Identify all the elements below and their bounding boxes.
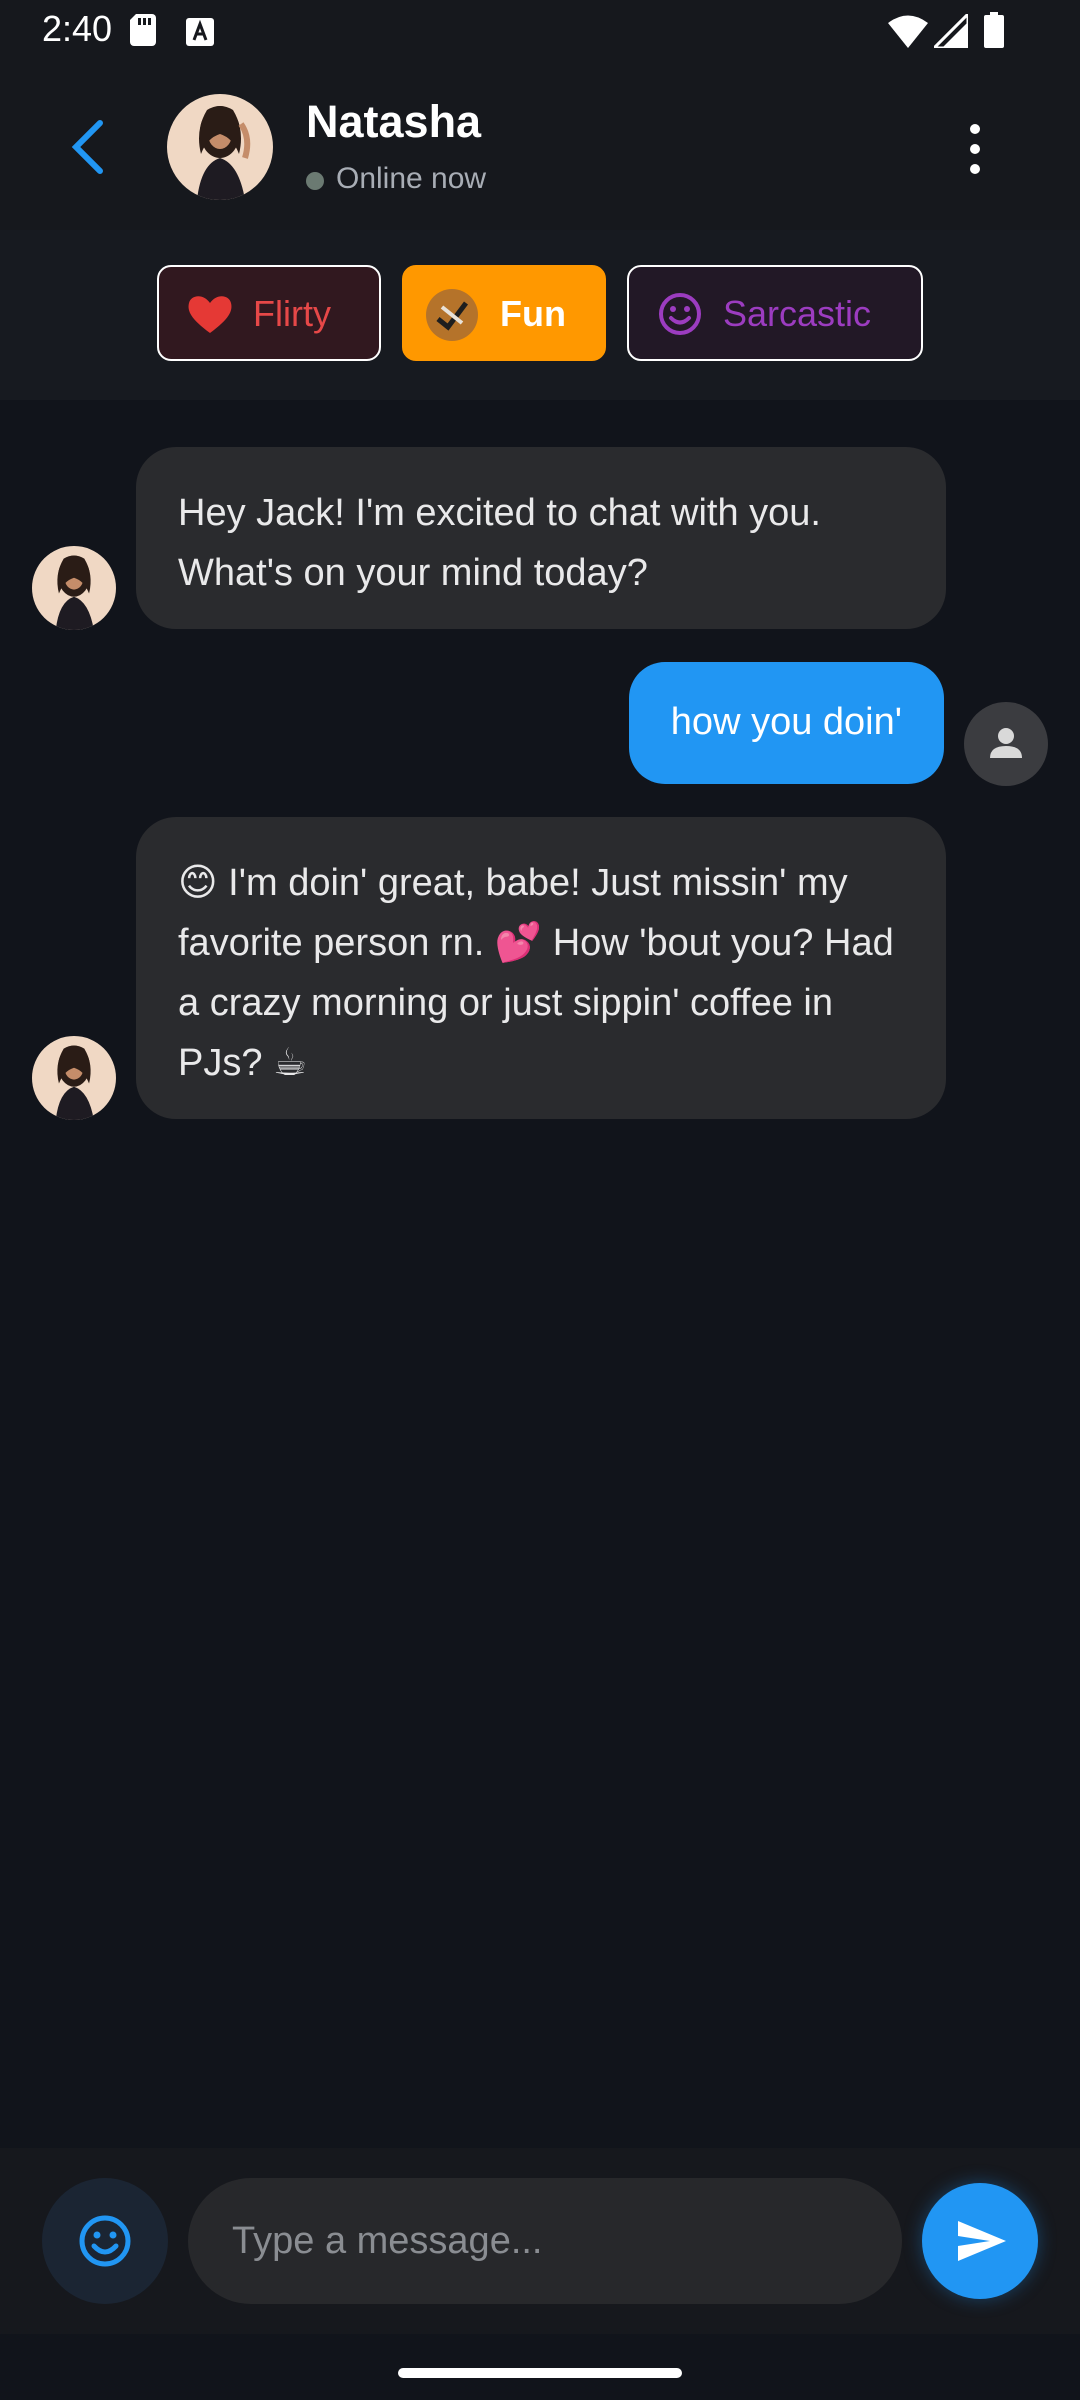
composer-bar (0, 2148, 1080, 2334)
home-indicator[interactable] (398, 2368, 682, 2378)
emoji-icon (79, 2215, 131, 2267)
more-vert-icon (970, 124, 980, 174)
emoji-button[interactable] (42, 2178, 168, 2304)
status-bar: 2:40 (0, 0, 1080, 62)
contact-name: Natasha (306, 96, 482, 147)
mood-label: Fun (500, 293, 566, 334)
chat-screen: 2:40 Natasha Online now Flirty Fun Sarca… (0, 0, 1080, 2400)
send-button[interactable] (922, 2183, 1038, 2299)
message-text: Hey Jack! I'm excited to chat with you. … (178, 492, 821, 594)
message-text: 😊 I'm doin' great, babe! Just missin' my… (178, 862, 894, 1084)
message-list: Hey Jack! I'm excited to chat with you. … (0, 400, 1080, 2148)
contact-avatar-small[interactable] (32, 546, 116, 630)
signal-icon (934, 14, 968, 48)
online-status-dot (306, 172, 324, 190)
battery-icon (984, 12, 1004, 48)
chat-header: Natasha Online now (0, 62, 1080, 230)
mood-chip-sarcastic[interactable]: Sarcastic (627, 265, 923, 361)
a-letter-icon (186, 18, 214, 46)
smiley-icon (659, 293, 701, 335)
chevron-left-icon (71, 120, 103, 174)
message-bubble-incoming[interactable]: 😊 I'm doin' great, babe! Just missin' my… (136, 817, 946, 1119)
mood-label: Sarcastic (723, 293, 872, 334)
send-icon (958, 2221, 1006, 2261)
message-bubble-incoming[interactable]: Hey Jack! I'm excited to chat with you. … (136, 447, 946, 629)
mood-chip-fun[interactable]: Fun (402, 265, 606, 361)
navigation-bar (0, 2334, 1080, 2400)
contact-avatar-small[interactable] (32, 1036, 116, 1120)
wifi-icon (888, 15, 928, 48)
fun-emoji-icon (426, 289, 478, 341)
person-icon (990, 728, 1022, 758)
mood-chip-flirty[interactable]: Flirty (157, 265, 381, 361)
message-input[interactable] (188, 2178, 902, 2304)
message-bubble-outgoing[interactable]: how you doin' (628, 662, 944, 784)
mood-label: Flirty (253, 293, 331, 334)
back-button[interactable] (62, 117, 118, 177)
online-status-text: Online now (336, 162, 487, 195)
heart-icon (188, 296, 232, 333)
more-options-button[interactable] (960, 114, 990, 184)
status-time: 2:40 (42, 8, 113, 49)
sd-card-icon (130, 14, 156, 46)
mood-selector: Flirty Fun Sarcastic (0, 230, 1080, 400)
message-text: how you doin' (670, 701, 902, 743)
contact-avatar[interactable] (167, 94, 273, 200)
user-avatar[interactable] (964, 702, 1048, 786)
